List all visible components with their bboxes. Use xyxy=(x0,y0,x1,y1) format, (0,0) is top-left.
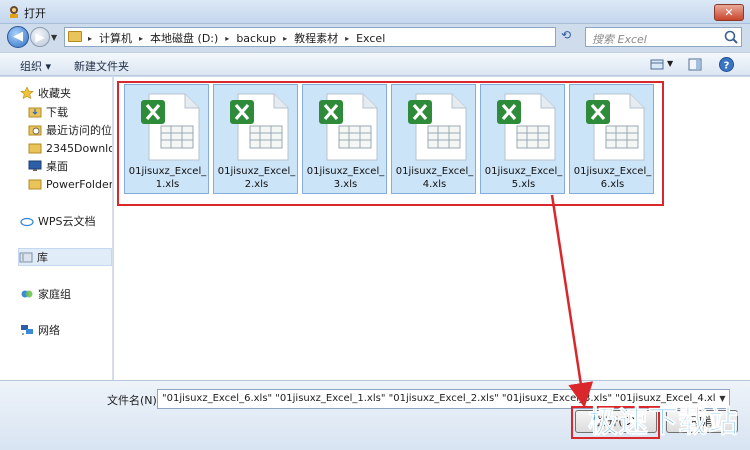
star-icon xyxy=(20,87,34,99)
sidebar-item-favorites[interactable]: 收藏夹 xyxy=(20,84,112,102)
excel-file-icon xyxy=(408,93,467,161)
file-tile[interactable]: 01jisuxz_Excel_5.xls xyxy=(480,84,565,194)
sidebar-item-label: 库 xyxy=(37,251,48,264)
file-tile[interactable]: 01jisuxz_Excel_2.xls xyxy=(213,84,298,194)
sidebar-item-label: 最近访问的位置 xyxy=(46,124,112,137)
sidebar-item-label: 家庭组 xyxy=(38,288,71,301)
file-tile[interactable]: 01jisuxz_Excel_6.xls xyxy=(569,84,654,194)
breadcrumb-item[interactable]: backup xyxy=(232,32,280,45)
chevron-right-icon[interactable]: ▸ xyxy=(222,34,232,43)
search-input[interactable]: 搜索 Excel xyxy=(585,27,742,47)
close-button[interactable]: ✕ xyxy=(714,4,744,21)
window-title: 打开 xyxy=(24,7,46,20)
address-bar[interactable]: ▸ 计算机 ▸ 本地磁盘 (D:) ▸ backup ▸ 教程素材 ▸ Exce… xyxy=(64,27,614,47)
refresh-icon[interactable]: ⟲ xyxy=(561,28,577,46)
desktop-icon xyxy=(28,160,42,171)
view-options-icon[interactable] xyxy=(649,56,665,73)
sidebar-item-label: 收藏夹 xyxy=(38,87,71,100)
search-placeholder: 搜索 Excel xyxy=(592,33,647,46)
folder-icon xyxy=(28,143,42,154)
filename-dropdown-icon[interactable]: ▼ xyxy=(716,390,729,408)
homegroup-icon xyxy=(21,290,33,298)
sidebar-item-downloads[interactable]: 下载 xyxy=(28,103,112,121)
file-name: 01jisuxz_Excel_2.xls xyxy=(217,166,296,190)
chevron-right-icon[interactable]: ▸ xyxy=(136,34,146,43)
recent-places-icon xyxy=(28,125,42,136)
help-icon[interactable]: ? xyxy=(718,56,735,73)
sidebar-item-2345downloads[interactable]: 2345Downloa xyxy=(28,139,112,157)
search-icon[interactable] xyxy=(723,29,739,45)
sidebar-item-libraries[interactable]: 库 xyxy=(18,248,112,266)
cloud-icon xyxy=(20,217,34,227)
folder-icon xyxy=(28,179,42,190)
chevron-right-icon[interactable]: ▸ xyxy=(342,34,352,43)
filename-label: 文件名(N): xyxy=(107,394,161,407)
organize-button[interactable]: 组织 ▾ xyxy=(20,58,51,74)
breadcrumb: ▸ 计算机 ▸ 本地磁盘 (D:) ▸ backup ▸ 教程素材 ▸ Exce… xyxy=(85,30,389,46)
title-bar: 打开 ✕ xyxy=(0,0,750,24)
back-button[interactable]: ◀ xyxy=(7,26,29,48)
excel-file-icon xyxy=(230,93,289,161)
file-tile[interactable]: 01jisuxz_Excel_3.xls xyxy=(302,84,387,194)
sidebar-item-powerfolders[interactable]: PowerFolders xyxy=(28,175,112,193)
breadcrumb-item[interactable]: 本地磁盘 (D:) xyxy=(146,30,222,46)
file-list-pane: 01jisuxz_Excel_1.xls 01jisuxz_Excel_2.xls… xyxy=(114,77,750,380)
folder-icon xyxy=(68,31,82,42)
excel-file-icon xyxy=(319,93,378,161)
excel-file-icon xyxy=(586,93,645,161)
breadcrumb-item[interactable]: 计算机 xyxy=(95,30,136,46)
library-icon xyxy=(19,252,33,263)
network-icon xyxy=(21,325,33,335)
app-icon xyxy=(10,6,18,18)
preview-pane-icon[interactable] xyxy=(687,56,703,73)
sidebar-item-label: 桌面 xyxy=(46,160,68,173)
file-name: 01jisuxz_Excel_5.xls xyxy=(484,166,563,190)
file-name: 01jisuxz_Excel_6.xls xyxy=(573,166,652,190)
sidebar-item-label: 下载 xyxy=(46,106,68,119)
dialog-footer: 文件名(N): "01jisuxz_Excel_6.xls" "01jisuxz… xyxy=(0,380,750,450)
sidebar-item-label: WPS云文档 xyxy=(38,215,96,228)
file-name: 01jisuxz_Excel_1.xls xyxy=(128,166,207,190)
recent-pages-dropdown[interactable]: ▼ xyxy=(51,33,59,42)
toolbar: 组织 ▾ 新建文件夹 ▼ ? xyxy=(0,52,750,76)
download-folder-icon xyxy=(28,107,42,118)
cancel-button[interactable]: 取消 xyxy=(666,410,738,433)
chevron-right-icon[interactable]: ▸ xyxy=(280,34,290,43)
file-tile[interactable]: 01jisuxz_Excel_1.xls xyxy=(124,84,209,194)
view-dropdown-icon[interactable]: ▼ xyxy=(667,59,673,76)
new-folder-button[interactable]: 新建文件夹 xyxy=(74,58,129,74)
file-tile[interactable]: 01jisuxz_Excel_4.xls xyxy=(391,84,476,194)
excel-file-icon xyxy=(141,93,200,161)
sidebar-item-label: 网络 xyxy=(38,324,60,337)
svg-text:?: ? xyxy=(724,61,730,72)
file-name: 01jisuxz_Excel_3.xls xyxy=(306,166,385,190)
sidebar-item-label: PowerFolders xyxy=(46,177,112,191)
forward-button[interactable]: ▶ xyxy=(30,27,50,47)
sidebar-item-recent-places[interactable]: 最近访问的位置 xyxy=(28,121,112,139)
breadcrumb-item[interactable]: Excel xyxy=(352,32,389,45)
sidebar-item-desktop[interactable]: 桌面 xyxy=(28,157,112,175)
open-button-highlight xyxy=(571,406,660,439)
chevron-right-icon[interactable]: ▸ xyxy=(85,34,95,43)
sidebar-item-homegroup[interactable]: 家庭组 xyxy=(20,285,112,303)
navigation-row: ◀ ▶ ▼ ▸ 计算机 ▸ 本地磁盘 (D:) ▸ backup ▸ 教程素材 … xyxy=(0,24,750,50)
excel-file-icon xyxy=(497,93,556,161)
sidebar-item-label: 2345Downloa xyxy=(46,141,112,155)
navigation-pane: 收藏夹 下载 最近访问的位置 2345Downloa 桌面 PowerFolde… xyxy=(0,77,113,380)
sidebar-item-network[interactable]: 网络 xyxy=(20,321,112,339)
file-name: 01jisuxz_Excel_4.xls xyxy=(395,166,474,190)
sidebar-item-wps-cloud[interactable]: WPS云文档 xyxy=(20,212,112,230)
breadcrumb-item[interactable]: 教程素材 xyxy=(290,30,342,46)
